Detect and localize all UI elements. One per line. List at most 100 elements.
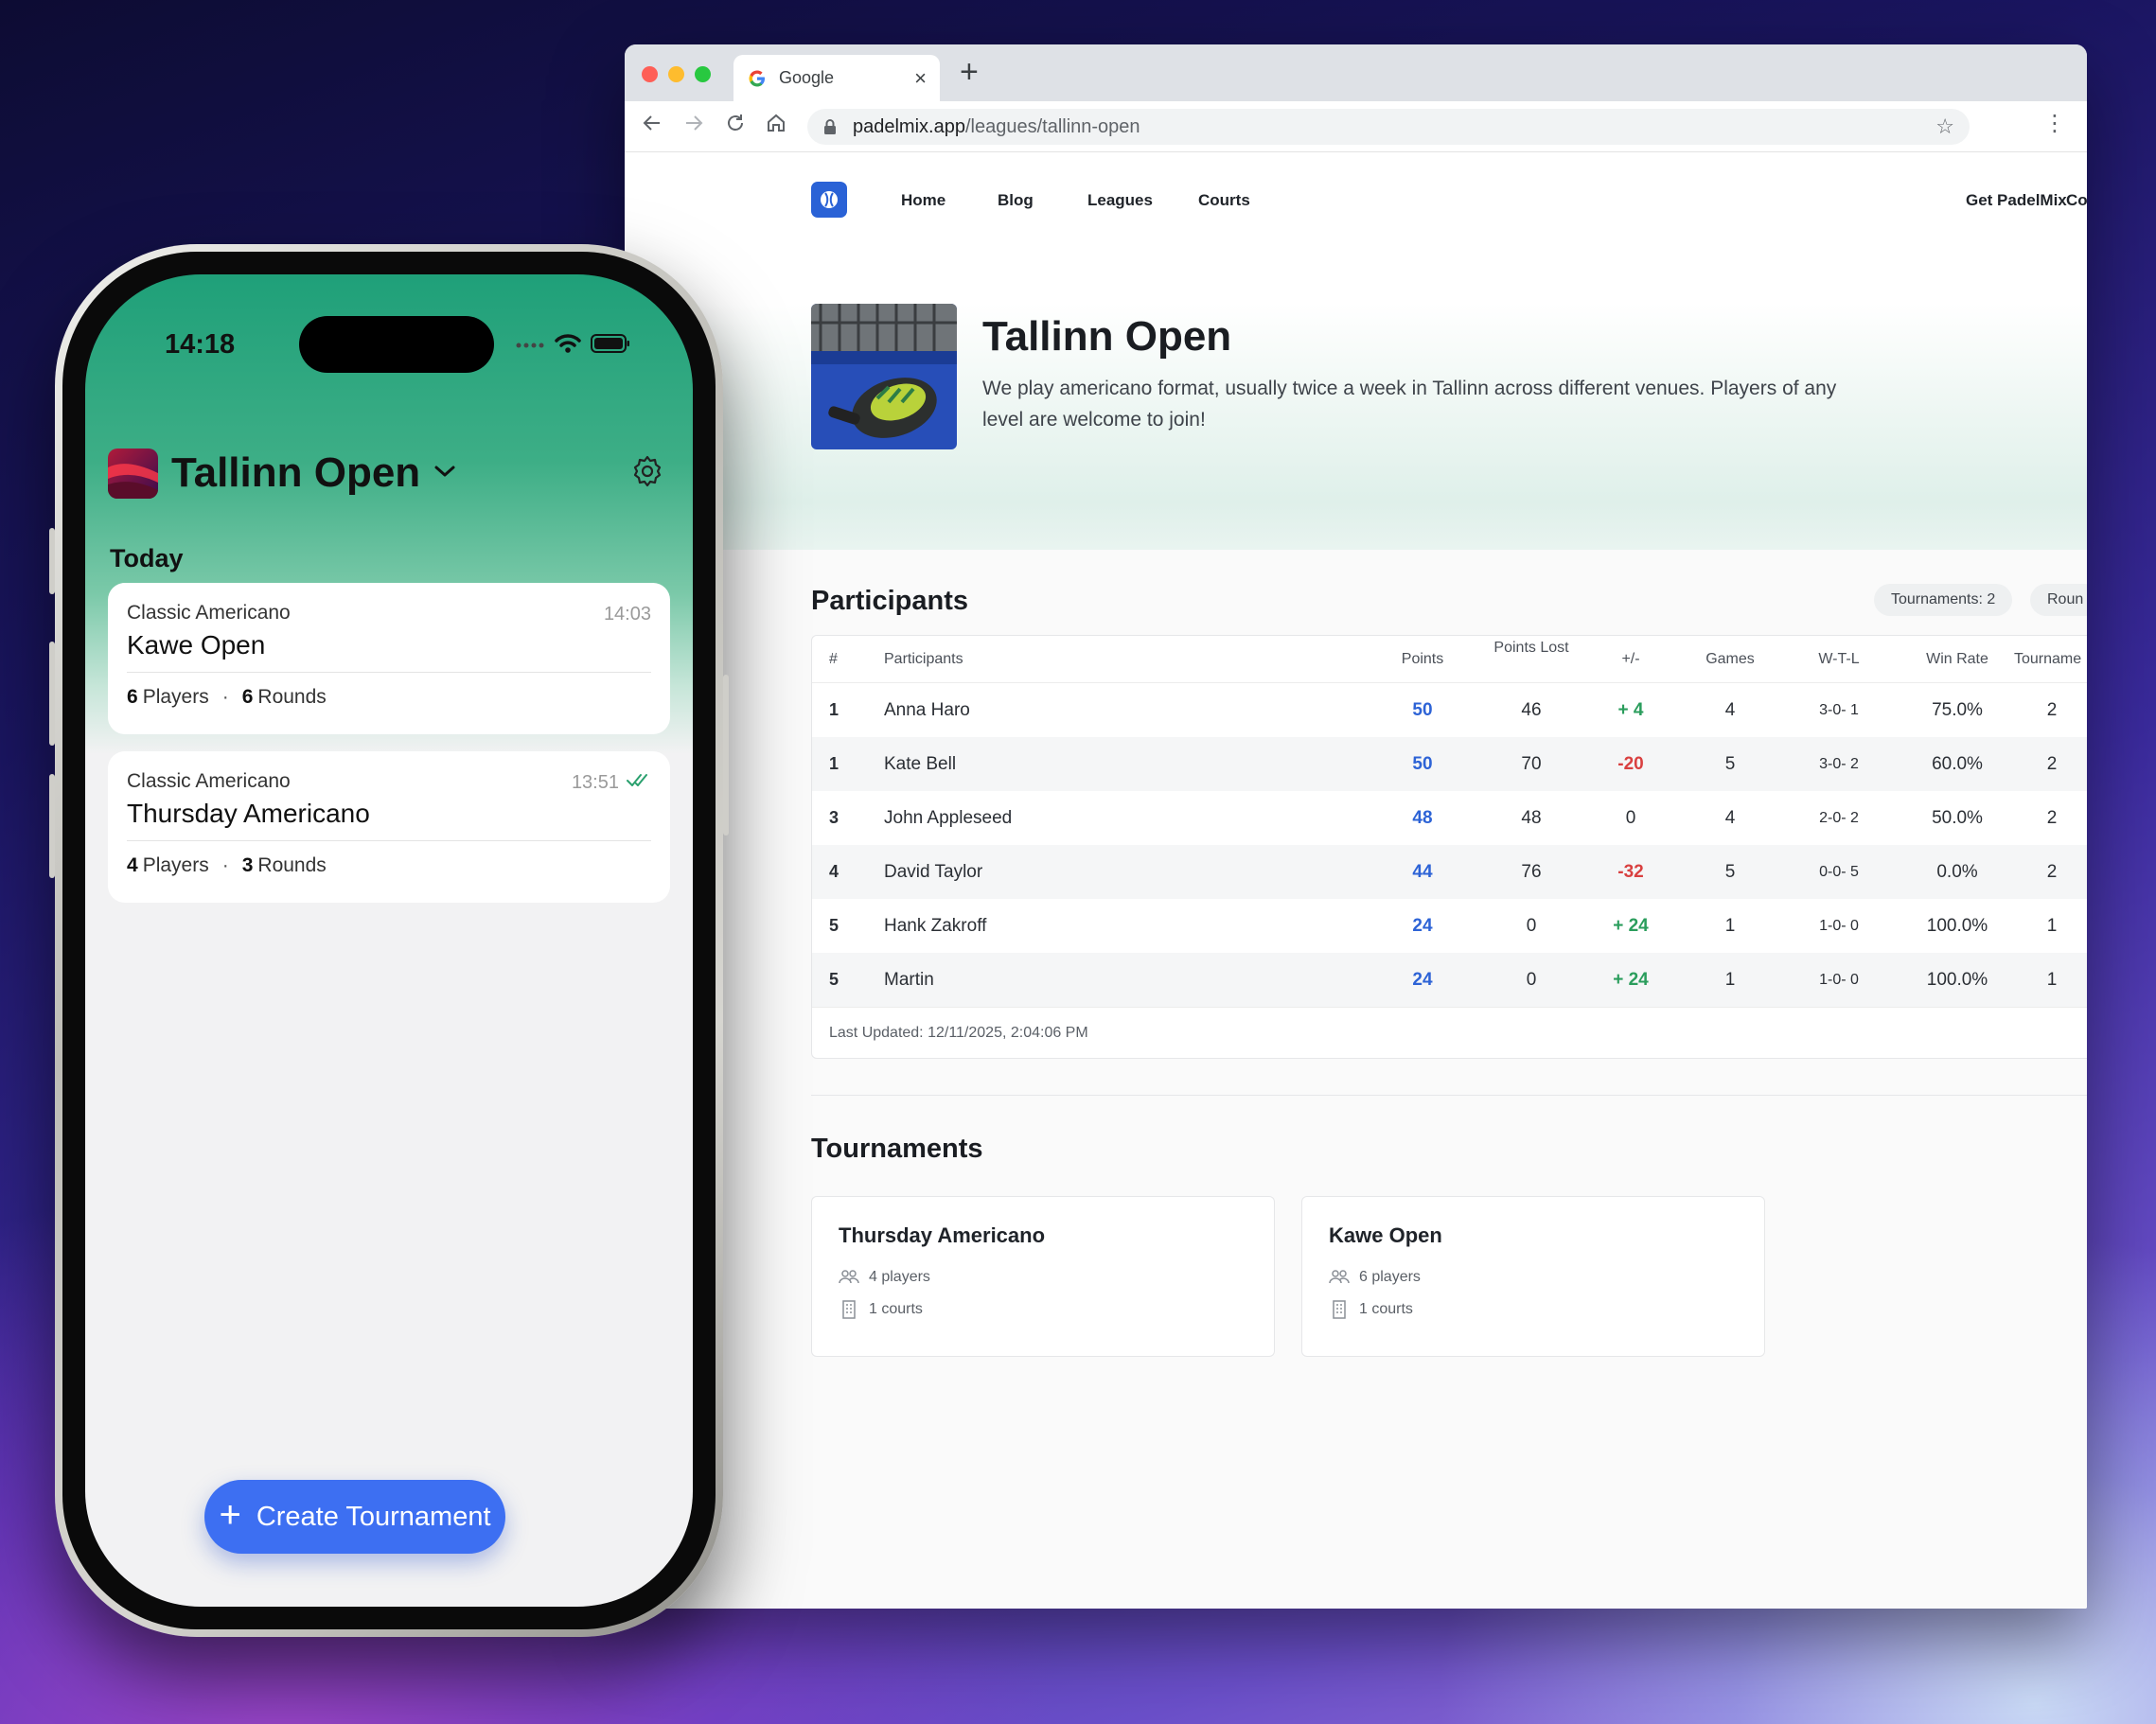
table-row[interactable]: 1 Anna Haro 50 46 + 4 4 3-0- 1 75.0% 2 [812, 683, 2087, 737]
status-time: 14:18 [165, 329, 236, 360]
tournament-card[interactable]: Thursday Americano 4 players 1 courts [811, 1196, 1275, 1357]
league-avatar [108, 448, 158, 499]
cell-win-rate: 100.0% [1926, 915, 1988, 936]
col-participants[interactable]: Participants [884, 649, 963, 670]
reload-icon[interactable] [725, 113, 746, 138]
bookmark-star-icon[interactable]: ☆ [1935, 114, 1954, 139]
cell-points-lost: 70 [1521, 753, 1542, 774]
league-switcher[interactable]: Tallinn Open [108, 447, 670, 500]
col-rank[interactable]: # [829, 649, 838, 670]
col-diff[interactable]: +/- [1588, 649, 1673, 670]
cell-games: 4 [1724, 807, 1736, 828]
padelmix-logo[interactable] [811, 182, 847, 218]
section-today: Today [110, 544, 184, 572]
cell-name[interactable]: Kate Bell [884, 737, 956, 791]
cell-games: 4 [1724, 699, 1736, 720]
cell-tournaments: 2 [2046, 753, 2058, 774]
browser-menu-icon[interactable]: ⋮ [2043, 113, 2066, 135]
card-divider [127, 672, 651, 673]
nav-get-padelmix[interactable]: Get PadelMix [1966, 191, 2067, 210]
col-wtl[interactable]: W-T-L [1796, 649, 1882, 670]
nav-home[interactable]: Home [901, 191, 945, 210]
chevron-down-icon[interactable] [433, 464, 456, 484]
cellular-icon [515, 338, 545, 355]
plus-icon: + [219, 1494, 241, 1536]
browser-tab[interactable]: Google × [733, 55, 940, 101]
tournament-card[interactable]: Kawe Open 6 players 1 courts [1301, 1196, 1765, 1357]
players-number: 4 [127, 854, 138, 876]
tournament-courts: 1 courts [1329, 1297, 1738, 1322]
volume-down-button [49, 774, 55, 878]
table-row[interactable]: 1 Kate Bell 50 70 -20 5 3-0- 2 60.0% 2 [812, 737, 2087, 791]
cell-wtl: 3-0- 2 [1819, 755, 1859, 772]
cell-points: 24 [1412, 969, 1433, 990]
cell-points-lost: 46 [1521, 699, 1542, 720]
col-tournaments[interactable]: Tourname [2014, 649, 2087, 670]
cell-win-rate: 0.0% [1936, 861, 1978, 882]
cell-name[interactable]: Anna Haro [884, 683, 970, 737]
maximize-window-button[interactable] [695, 66, 711, 82]
players-count: 6 players [1359, 1269, 1421, 1285]
nav-contact-cut[interactable]: Co [2066, 191, 2087, 210]
cell-points-lost: 0 [1526, 915, 1537, 936]
cell-tournaments: 2 [2046, 861, 2058, 882]
tournament-list-item[interactable]: Classic Americano 13:51 Thursday America… [108, 751, 670, 903]
wifi-icon [555, 333, 581, 359]
cell-wtl: 3-0- 1 [1819, 701, 1859, 718]
back-icon[interactable] [642, 113, 663, 138]
cell-points: 24 [1412, 915, 1433, 936]
minimize-window-button[interactable] [668, 66, 684, 82]
iphone-frame: 14:18 Tallinn Open Today Classic America… [49, 244, 729, 1637]
courts-count: 1 courts [869, 1301, 923, 1317]
site-nav: Home Blog Leagues Courts Get PadelMix Co [811, 181, 2087, 219]
nav-blog[interactable]: Blog [998, 191, 1034, 210]
tournament-time: 14:03 [604, 604, 651, 625]
rounds-number: 3 [241, 854, 254, 876]
tournament-players: 4 players [839, 1265, 1247, 1290]
new-tab-button[interactable]: + [960, 56, 979, 88]
table-row[interactable]: 5 Martin 24 0 + 24 1 1-0- 0 100.0% 1 [812, 953, 2087, 1007]
cell-points: 48 [1412, 807, 1433, 828]
battery-icon [591, 334, 630, 358]
create-tournament-button[interactable]: + Create Tournament [204, 1480, 505, 1554]
cell-tournaments: 1 [2046, 915, 2058, 936]
volume-up-button [49, 642, 55, 746]
cell-name[interactable]: David Taylor [884, 845, 982, 899]
card-divider [127, 840, 651, 841]
table-row[interactable]: 5 Hank Zakroff 24 0 + 24 1 1-0- 0 100.0%… [812, 899, 2087, 953]
cell-diff: 0 [1625, 807, 1636, 828]
forward-icon[interactable] [683, 113, 704, 138]
nav-leagues[interactable]: Leagues [1087, 191, 1153, 210]
cell-points: 50 [1412, 753, 1433, 774]
cell-name[interactable]: Hank Zakroff [884, 899, 986, 953]
table-row[interactable]: 3 John Appleseed 48 48 0 4 2-0- 2 50.0% … [812, 791, 2087, 845]
close-window-button[interactable] [642, 66, 658, 82]
cell-win-rate: 75.0% [1932, 699, 1983, 720]
cell-tournaments: 2 [2046, 699, 2058, 720]
cell-games: 5 [1724, 861, 1736, 882]
courts-count: 1 courts [1359, 1301, 1413, 1317]
cell-name[interactable]: Martin [884, 953, 934, 1007]
col-points[interactable]: Points [1380, 649, 1465, 670]
cell-name[interactable]: John Appleseed [884, 791, 1012, 845]
table-row[interactable]: 4 David Taylor 44 76 -32 5 0-0- 5 0.0% 2 [812, 845, 2087, 899]
nav-courts[interactable]: Courts [1198, 191, 1250, 210]
col-games[interactable]: Games [1688, 649, 1773, 670]
close-tab-icon[interactable]: × [914, 67, 927, 89]
cell-diff: + 24 [1613, 915, 1649, 936]
tournament-list-item[interactable]: Classic Americano 14:03 Kawe Open 6 Play… [108, 583, 670, 734]
home-icon[interactable] [766, 113, 786, 138]
website: Home Blog Leagues Courts Get PadelMix Co [625, 152, 2087, 1609]
cell-wtl: 1-0- 0 [1819, 971, 1859, 988]
tab-strip: Google × + [625, 44, 2087, 101]
col-win-rate[interactable]: Win Rate [1905, 649, 2009, 670]
time-label: 14:03 [603, 604, 651, 625]
cell-wtl: 1-0- 0 [1819, 917, 1859, 934]
cell-tournaments: 1 [2046, 969, 2058, 990]
gear-icon[interactable] [630, 454, 664, 493]
col-points-lost[interactable]: Points Lost [1489, 638, 1574, 659]
address-bar[interactable]: padelmix.app /leagues/tallinn-open ☆ [807, 109, 1970, 145]
table-header: # Participants Points Points Lost +/- Ga… [812, 636, 2087, 683]
tournament-format: Classic Americano [127, 602, 291, 624]
cell-games: 5 [1724, 753, 1736, 774]
